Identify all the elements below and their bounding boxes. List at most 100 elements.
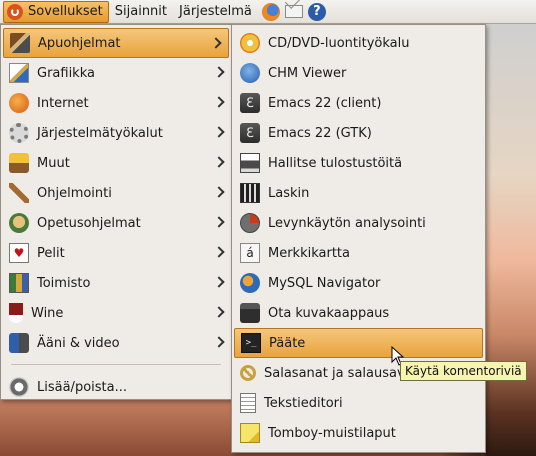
submenu-item-cd-dvd-creator[interactable]: CD/DVD-luontityökalu [232, 28, 485, 58]
menu-item-label: Pelit [37, 245, 65, 261]
mysql-navigator-icon [240, 273, 260, 293]
applications-menu-label: Sovellukset [28, 4, 103, 19]
submenu-item-label: Pääte [269, 335, 306, 351]
wine-icon [9, 303, 23, 323]
office-icon [9, 273, 29, 293]
places-menu-button[interactable]: Sijainnit [109, 0, 173, 24]
education-icon [9, 213, 29, 233]
menu-item-internet[interactable]: Internet [1, 88, 231, 118]
submenu-item-label: Ota kuvakaappaus [268, 305, 390, 321]
chm-viewer-icon [240, 63, 260, 83]
firefox-launcher[interactable] [261, 2, 281, 22]
programming-icon [9, 183, 29, 203]
chevron-right-icon [215, 96, 222, 108]
chevron-right-icon [212, 37, 219, 49]
games-icon: ♥ [9, 243, 29, 263]
applications-menu-button[interactable]: Sovellukset [3, 0, 109, 23]
mail-launcher[interactable] [284, 2, 304, 22]
menu-item-office[interactable]: Toimisto [1, 268, 231, 298]
menu-item-graphics[interactable]: Grafiikka [1, 58, 231, 88]
emacs-icon: ℇ [240, 93, 260, 113]
ubuntu-logo-icon [7, 3, 23, 20]
submenu-item-terminal[interactable]: >_ Pääte [234, 328, 483, 358]
submenu-item-chm-viewer[interactable]: CHM Viewer [232, 58, 485, 88]
menu-item-sound-video[interactable]: Ääni & video [1, 328, 231, 358]
system-menu-button[interactable]: Järjestelmä [173, 0, 258, 24]
submenu-item-label: CD/DVD-luontityökalu [268, 35, 410, 51]
screenshot-icon [240, 303, 260, 323]
disk-usage-icon [240, 213, 260, 233]
submenu-item-tomboy[interactable]: Tomboy-muistilaput [232, 418, 485, 448]
menu-item-label: Toimisto [37, 275, 91, 291]
firefox-icon [261, 2, 280, 21]
submenu-item-text-editor[interactable]: Tekstieditori [232, 388, 485, 418]
chevron-right-icon [215, 216, 222, 228]
chevron-right-icon [215, 336, 222, 348]
menu-item-other[interactable]: Muut [1, 148, 231, 178]
emacs-icon: ℇ [240, 123, 260, 143]
text-editor-icon [240, 393, 256, 413]
submenu-item-label: Merkkikartta [268, 245, 350, 261]
submenu-item-mysql-navigator[interactable]: MySQL Navigator [232, 268, 485, 298]
chevron-right-icon [215, 156, 222, 168]
tooltip: Käytä komentoriviä [400, 361, 527, 381]
submenu-item-label: Hallitse tulostustöitä [268, 155, 403, 171]
accessories-icon [10, 33, 30, 53]
system-tools-icon [9, 123, 29, 143]
menu-item-education[interactable]: Opetusohjelmat [1, 208, 231, 238]
menu-item-label: Ääni & video [37, 335, 120, 351]
submenu-item-label: Emacs 22 (GTK) [268, 125, 372, 141]
terminal-icon: >_ [241, 333, 261, 353]
submenu-item-label: MySQL Navigator [268, 275, 381, 291]
submenu-item-print-jobs[interactable]: Hallitse tulostustöitä [232, 148, 485, 178]
chevron-right-icon [215, 306, 222, 318]
submenu-item-label: Levynkäytön analysointi [268, 215, 426, 231]
submenu-item-emacs-gtk[interactable]: ℇ Emacs 22 (GTK) [232, 118, 485, 148]
other-icon [9, 153, 29, 173]
menu-item-label: Järjestelmätyökalut [37, 125, 163, 141]
chevron-right-icon [215, 246, 222, 258]
menu-item-system-tools[interactable]: Järjestelmätyökalut [1, 118, 231, 148]
menu-item-label: Grafiikka [37, 65, 95, 81]
chevron-right-icon [215, 126, 222, 138]
graphics-icon [9, 63, 29, 83]
help-launcher[interactable]: ? [307, 2, 327, 22]
submenu-item-screenshot[interactable]: Ota kuvakaappaus [232, 298, 485, 328]
character-map-icon: á [240, 243, 260, 263]
chevron-right-icon [215, 186, 222, 198]
tomboy-icon [240, 423, 260, 443]
menu-item-label: Lisää/poista... [37, 379, 127, 395]
submenu-item-calculator[interactable]: Laskin [232, 178, 485, 208]
menu-item-label: Apuohjelmat [38, 35, 121, 51]
help-icon: ? [307, 2, 326, 21]
menu-item-wine[interactable]: Wine [1, 298, 231, 328]
menu-item-programming[interactable]: Ohjelmointi [1, 178, 231, 208]
menu-item-label: Muut [37, 155, 70, 171]
sound-video-icon [9, 333, 29, 353]
mail-icon [284, 5, 303, 18]
add-remove-icon [9, 377, 29, 397]
submenu-item-emacs-client[interactable]: ℇ Emacs 22 (client) [232, 88, 485, 118]
chevron-right-icon [215, 66, 222, 78]
printer-icon [240, 153, 260, 173]
submenu-item-label: Emacs 22 (client) [268, 95, 382, 111]
menu-item-games[interactable]: ♥ Pelit [1, 238, 231, 268]
chevron-right-icon [215, 276, 222, 288]
menu-item-accessories[interactable]: Apuohjelmat [3, 28, 229, 58]
submenu-item-label: Tomboy-muistilaput [268, 425, 396, 441]
applications-menu: Apuohjelmat Grafiikka Internet Järjestel… [0, 24, 232, 400]
accessories-submenu: CD/DVD-luontityökalu CHM Viewer ℇ Emacs … [231, 24, 486, 453]
menu-separator [11, 364, 221, 365]
submenu-item-label: CHM Viewer [268, 65, 347, 81]
cd-dvd-icon [240, 33, 260, 53]
menu-item-label: Ohjelmointi [37, 185, 112, 201]
menu-item-add-remove[interactable]: Lisää/poista... [1, 372, 231, 402]
submenu-item-label: Laskin [268, 185, 310, 201]
submenu-item-disk-usage[interactable]: Levynkäytön analysointi [232, 208, 485, 238]
submenu-item-label: Tekstieditori [264, 395, 343, 411]
menu-item-label: Wine [31, 305, 64, 321]
top-panel: Sovellukset Sijainnit Järjestelmä ? [0, 0, 536, 24]
submenu-item-character-map[interactable]: á Merkkikartta [232, 238, 485, 268]
menu-item-label: Opetusohjelmat [37, 215, 141, 231]
calculator-icon [240, 183, 260, 203]
